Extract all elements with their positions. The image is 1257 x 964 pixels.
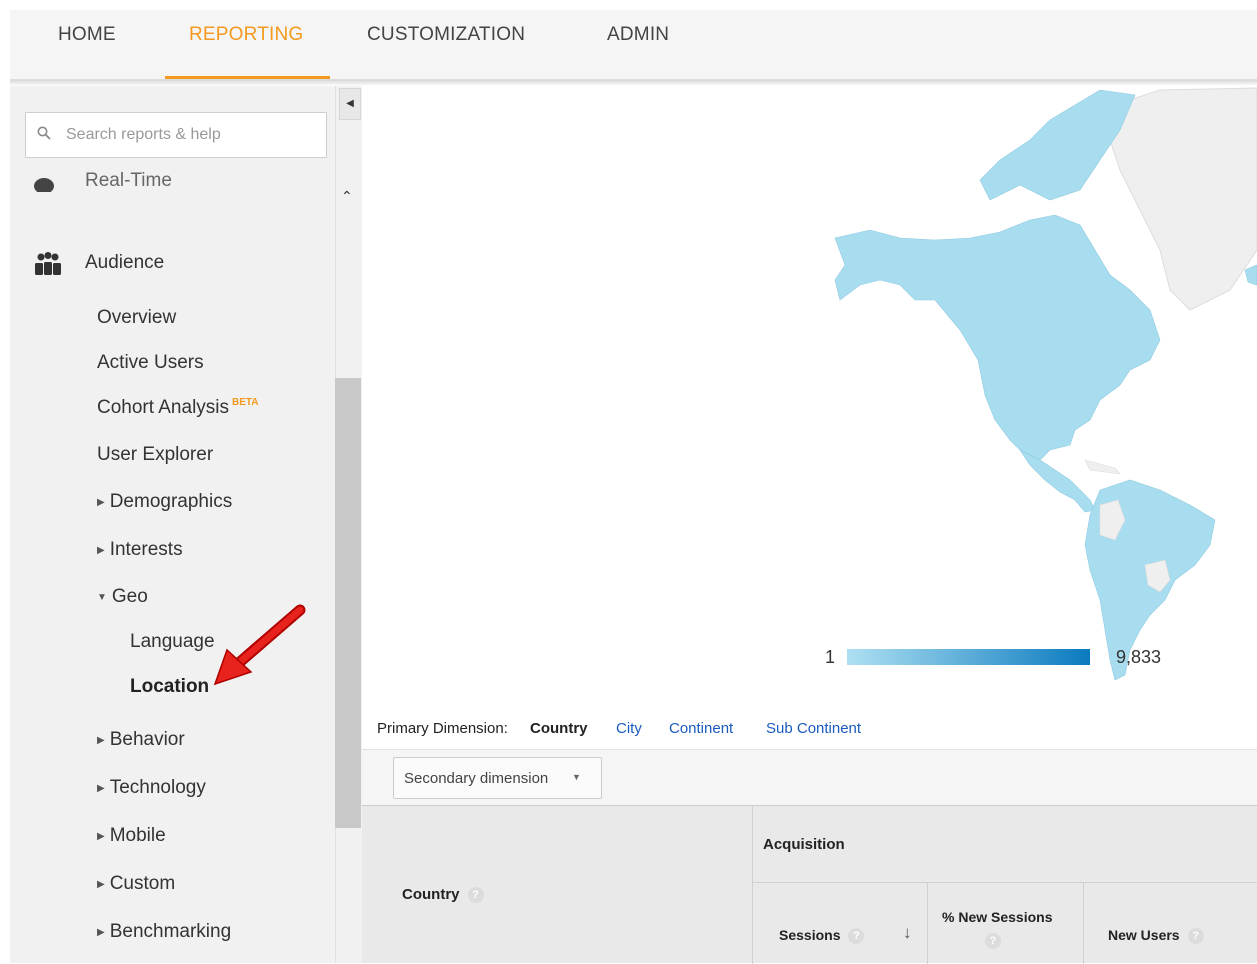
top-navigation: HOME REPORTING CUSTOMIZATION ADMIN [0, 0, 1257, 80]
caret-right-icon: ▶ [97, 783, 105, 794]
column-country[interactable]: Country? [362, 806, 753, 964]
sidebar-item-mobile[interactable]: ▶ Mobile [97, 825, 166, 847]
sidebar-item-demographics[interactable]: ▶ Demographics [97, 491, 232, 513]
tab-admin[interactable]: ADMIN [607, 24, 669, 46]
sidebar-item-behavior[interactable]: ▶ Behavior [97, 729, 185, 751]
caret-right-icon: ▶ [97, 879, 105, 890]
legend-max: 9,833 [1116, 647, 1162, 667]
help-icon[interactable]: ? [1187, 928, 1204, 945]
primary-dimension-label: Primary Dimension: [377, 720, 508, 737]
dimension-continent-link[interactable]: Continent [669, 720, 733, 737]
column-group-acquisition: Acquisition [753, 806, 1257, 883]
sidebar-item-active-users[interactable]: Active Users [97, 352, 204, 374]
sidebar-item-geo[interactable]: ▼ Geo [97, 586, 148, 608]
sessions-header-text: Sessions? [779, 927, 865, 945]
sidebar-item-technology[interactable]: ▶ Technology [97, 777, 206, 799]
sidebar-item-cohort-analysis[interactable]: Cohort Analysis BETA [97, 397, 259, 419]
north-america-shape [834, 214, 1161, 461]
tab-customization[interactable]: CUSTOMIZATION [367, 24, 525, 46]
sidebar-section-audience[interactable]: Audience [85, 252, 164, 274]
dimension-city-link[interactable]: City [616, 720, 642, 737]
caret-right-icon: ▶ [97, 735, 105, 746]
column-new-users[interactable]: New Users? [1084, 883, 1257, 964]
new-users-header-text: New Users? [1108, 927, 1204, 945]
sidebar-item-interests[interactable]: ▶ Interests [97, 539, 183, 561]
secondary-dimension-dropdown[interactable]: Secondary dimension ▼ [393, 757, 602, 799]
search-icon [37, 126, 51, 140]
sidebar-item-label: Technology [109, 777, 206, 798]
caret-right-icon: ▶ [97, 545, 105, 556]
caret-right-icon: ▶ [97, 831, 105, 842]
dimension-sub-continent-link[interactable]: Sub Continent [766, 720, 861, 737]
iceland-shape [1244, 264, 1257, 286]
tab-home[interactable]: HOME [58, 24, 116, 46]
sidebar-item-benchmarking[interactable]: ▶ Benchmarking [97, 921, 231, 943]
country-header-text: Country? [402, 886, 484, 904]
search-input[interactable]: Search reports & help [25, 112, 327, 158]
world-map-americas [834, 87, 1257, 681]
sidebar-item-label: Behavior [109, 729, 185, 750]
data-table-header: Country? Acquisition Sessions? ↓ % New S… [362, 805, 1257, 964]
column-sessions[interactable]: Sessions? ↓ [753, 883, 928, 964]
help-icon[interactable]: ? [467, 887, 484, 904]
sidebar-item-label: Interests [109, 539, 183, 560]
sidebar-item-user-explorer[interactable]: User Explorer [97, 444, 213, 466]
sort-descending-icon[interactable]: ↓ [903, 923, 912, 943]
dimension-country: Country [530, 720, 588, 737]
audience-icon [35, 252, 61, 275]
sidebar-item-label: Geo [111, 586, 148, 607]
realtime-icon [34, 178, 54, 192]
scroll-up-icon[interactable]: ⌃ [341, 188, 353, 205]
geo-map[interactable] [362, 86, 1257, 706]
active-tab-indicator [165, 76, 330, 79]
sidebar-item-location[interactable]: Location [130, 676, 209, 698]
legend-min: 1 [825, 647, 836, 667]
sidebar [10, 86, 335, 963]
scrollbar-thumb[interactable] [335, 378, 361, 828]
chevron-down-icon: ▼ [572, 772, 581, 782]
caret-down-icon: ▼ [97, 592, 107, 603]
sidebar-item-overview[interactable]: Overview [97, 307, 176, 329]
collapse-sidebar-button[interactable]: ◀ [339, 88, 361, 120]
sidebar-item-label: Benchmarking [109, 921, 232, 942]
sidebar-item-label: Custom [109, 873, 176, 894]
pointer-arrow-icon [213, 604, 306, 686]
sidebar-item-label: Cohort Analysis [97, 397, 230, 418]
sidebar-item-custom[interactable]: ▶ Custom [97, 873, 175, 895]
acquisition-header-text: Acquisition [763, 836, 845, 853]
sidebar-item-label: Mobile [109, 825, 166, 846]
secondary-dimension-label: Secondary dimension [404, 770, 549, 787]
help-icon[interactable]: ? [848, 928, 865, 945]
search-placeholder: Search reports & help [66, 126, 221, 143]
column-pct-new-sessions[interactable]: % New Sessions ? [928, 883, 1084, 964]
sidebar-item-language[interactable]: Language [130, 631, 215, 653]
sidebar-item-label: Real-Time [85, 170, 172, 191]
tab-reporting[interactable]: REPORTING [189, 24, 303, 46]
beta-badge: BETA [232, 397, 259, 408]
primary-dimension-bar: Primary Dimension: Country City Continen… [362, 708, 1257, 750]
sidebar-item-label: Demographics [109, 491, 233, 512]
central-america-shape [1019, 449, 1096, 513]
legend-gradient [847, 649, 1090, 665]
caret-right-icon: ▶ [97, 927, 105, 938]
sidebar-item-realtime[interactable]: Real-Time [10, 158, 335, 192]
help-icon[interactable]: ? [985, 933, 1001, 949]
caret-right-icon: ▶ [97, 497, 105, 508]
map-legend: 1 9,833 [825, 645, 1165, 669]
caribbean-shape [1084, 459, 1121, 475]
pct-new-sessions-header-text: % New Sessions [942, 909, 1053, 925]
